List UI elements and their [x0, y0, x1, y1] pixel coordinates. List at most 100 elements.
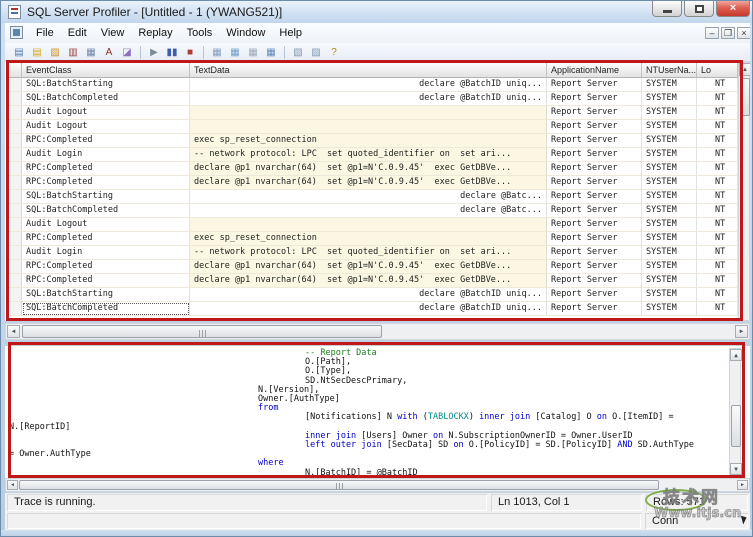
table-row[interactable]: SQL:BatchStartingdeclare @BatchID uniq..… — [6, 288, 738, 302]
textdata-detail-pane[interactable]: ▲ ▼ -- Report DataO.[Path],O.[Type],SD.N… — [5, 345, 750, 478]
sql-text: SD.NtSecDescPrimary, — [305, 376, 407, 386]
table-row[interactable]: Audit LogoutReport ServerSYSTEMNT — [6, 120, 738, 134]
sql-text-line: [Notifications] N with (TABLOCKX) inner … — [305, 413, 674, 422]
save-trace-icon[interactable]: ▥ — [65, 45, 81, 60]
run-to-cursor-icon[interactable]: ▦ — [227, 45, 243, 60]
grid-vscroll-thumb[interactable] — [740, 78, 750, 116]
detail-hscroll-thumb[interactable] — [19, 480, 659, 490]
menu-help[interactable]: Help — [272, 25, 309, 41]
scroll-left-arrow-icon[interactable]: ◄ — [7, 480, 18, 490]
scroll-grip-icon — [199, 330, 206, 338]
toggle-breakpoint-icon[interactable]: ▦ — [245, 45, 261, 60]
column-header-eventclass[interactable]: EventClass — [22, 62, 190, 78]
find-icon[interactable]: A — [101, 45, 117, 60]
table-row[interactable]: Audit Login-- network protocol: LPC set … — [6, 148, 738, 162]
cell-eventclass: Audit Logout — [22, 106, 190, 120]
mdi-document-icon[interactable] — [10, 26, 23, 39]
table-row[interactable]: Audit LogoutReport ServerSYSTEMNT — [6, 106, 738, 120]
menu-file[interactable]: File — [29, 25, 61, 41]
cell-textdata: declare @BatchID uniq... — [190, 288, 547, 302]
status-connections: Conn — [645, 513, 748, 529]
cell-eventclass: SQL:BatchStarting — [22, 190, 190, 204]
cell-eventclass: SQL:BatchStarting — [22, 78, 190, 92]
column-header-selector[interactable] — [6, 62, 22, 78]
status-cursor-position: Ln 1013, Col 1 — [491, 494, 642, 511]
cell-selector — [6, 302, 22, 316]
grid-hscroll-thumb[interactable] — [22, 325, 382, 338]
table-row[interactable]: SQL:BatchStartingdeclare @Batc...Report … — [6, 190, 738, 204]
window-layout-icon-1[interactable]: ▧ — [290, 45, 306, 60]
cell-eventclass: RPC:Completed — [22, 274, 190, 288]
scroll-down-arrow-icon[interactable]: ▼ — [730, 463, 742, 475]
mdi-restore-button[interactable]: ❐ — [721, 27, 735, 39]
sql-text-line: where — [258, 459, 284, 468]
grid-horizontal-scrollbar[interactable]: ◄ ► — [5, 323, 750, 340]
help-icon[interactable]: ? — [326, 45, 342, 60]
close-button[interactable]: × — [716, 1, 750, 17]
run-trace-icon[interactable]: ▶ — [146, 45, 162, 60]
table-row[interactable]: Audit Login-- network protocol: LPC set … — [6, 246, 738, 260]
table-row[interactable]: SQL:BatchCompleteddeclare @Batc...Report… — [6, 204, 738, 218]
maximize-button[interactable] — [684, 1, 714, 17]
window-layout-icon-2[interactable]: ▨ — [308, 45, 324, 60]
cell-selector — [6, 176, 22, 190]
cell-textdata: exec sp_reset_connection — [190, 232, 547, 246]
column-header-ntuserna[interactable]: NTUserNa... — [642, 62, 697, 78]
scroll-right-arrow-icon[interactable]: ► — [737, 480, 748, 490]
column-header-applicationname[interactable]: ApplicationName — [547, 62, 642, 78]
cell-ntusername: SYSTEM — [642, 288, 697, 302]
clear-trace-window-icon[interactable]: ◪ — [119, 45, 135, 60]
cell-eventclass: RPC:Completed — [22, 232, 190, 246]
column-header-textdata[interactable]: TextData — [190, 62, 547, 78]
open-trace-icon[interactable]: ▨ — [47, 45, 63, 60]
column-header-lo[interactable]: Lo — [697, 62, 738, 78]
trace-properties-icon[interactable]: ▦ — [83, 45, 99, 60]
cell-loginname: NT — [697, 176, 738, 190]
mdi-close-button[interactable]: × — [737, 27, 751, 39]
minimize-icon — [663, 10, 672, 13]
cell-applicationname: Report Server — [547, 162, 642, 176]
new-template-icon[interactable]: ▤ — [29, 45, 45, 60]
detail-vscroll-thumb[interactable] — [731, 405, 741, 447]
toolbar-separator — [284, 46, 285, 59]
auto-scroll-icon[interactable]: ▦ — [263, 45, 279, 60]
grid-vertical-scrollbar[interactable]: ▲ — [738, 62, 750, 321]
table-row[interactable]: SQL:BatchStartingdeclare @BatchID uniq..… — [6, 78, 738, 92]
scroll-right-arrow-icon[interactable]: ► — [735, 325, 748, 338]
detail-horizontal-scrollbar[interactable]: ◄ ► — [5, 478, 750, 492]
cell-loginname: NT — [697, 134, 738, 148]
cell-selector — [6, 134, 22, 148]
scroll-left-arrow-icon[interactable]: ◄ — [7, 325, 20, 338]
scroll-up-arrow-icon[interactable]: ▲ — [730, 349, 742, 361]
execute-step-icon[interactable]: ▦ — [209, 45, 225, 60]
table-row[interactable]: RPC:Completedexec sp_reset_connectionRep… — [6, 134, 738, 148]
sql-keyword: with — [397, 412, 417, 422]
pause-trace-icon[interactable]: ▮▮ — [164, 45, 180, 60]
detail-vertical-scrollbar[interactable]: ▲ ▼ — [729, 348, 741, 476]
new-trace-icon[interactable]: ▤ — [11, 45, 27, 60]
minimize-button[interactable] — [652, 1, 682, 17]
menu-view[interactable]: View — [94, 25, 132, 41]
cell-textdata: declare @Batc... — [190, 204, 547, 218]
menu-edit[interactable]: Edit — [61, 25, 94, 41]
cell-eventclass: SQL:BatchCompleted — [22, 204, 190, 218]
menu-tools[interactable]: Tools — [180, 25, 220, 41]
menu-replay[interactable]: Replay — [131, 25, 179, 41]
cell-eventclass: RPC:Completed — [22, 162, 190, 176]
table-row[interactable]: SQL:BatchCompleteddeclare @BatchID uniq.… — [6, 92, 738, 106]
mdi-minimize-button[interactable]: – — [705, 27, 719, 39]
cell-textdata: declare @p1 nvarchar(64) set @p1=N'C.0.9… — [190, 274, 547, 288]
table-row[interactable]: Audit LogoutReport ServerSYSTEMNT — [6, 218, 738, 232]
cell-applicationname: Report Server — [547, 134, 642, 148]
stop-trace-icon[interactable]: ■ — [182, 45, 198, 60]
window-frame-left — [1, 23, 5, 530]
grid-header-row: EventClassTextDataApplicationNameNTUserN… — [6, 62, 738, 78]
table-row[interactable]: RPC:Completeddeclare @p1 nvarchar(64) se… — [6, 260, 738, 274]
table-row[interactable]: RPC:Completeddeclare @p1 nvarchar(64) se… — [6, 274, 738, 288]
menu-window[interactable]: Window — [219, 25, 272, 41]
table-row[interactable]: SQL:BatchCompleteddeclare @BatchID uniq.… — [6, 302, 738, 316]
table-row[interactable]: RPC:Completedexec sp_reset_connectionRep… — [6, 232, 738, 246]
table-row[interactable]: RPC:Completeddeclare @p1 nvarchar(64) se… — [6, 176, 738, 190]
table-row[interactable]: RPC:Completeddeclare @p1 nvarchar(64) se… — [6, 162, 738, 176]
cell-loginname: NT — [697, 302, 738, 316]
